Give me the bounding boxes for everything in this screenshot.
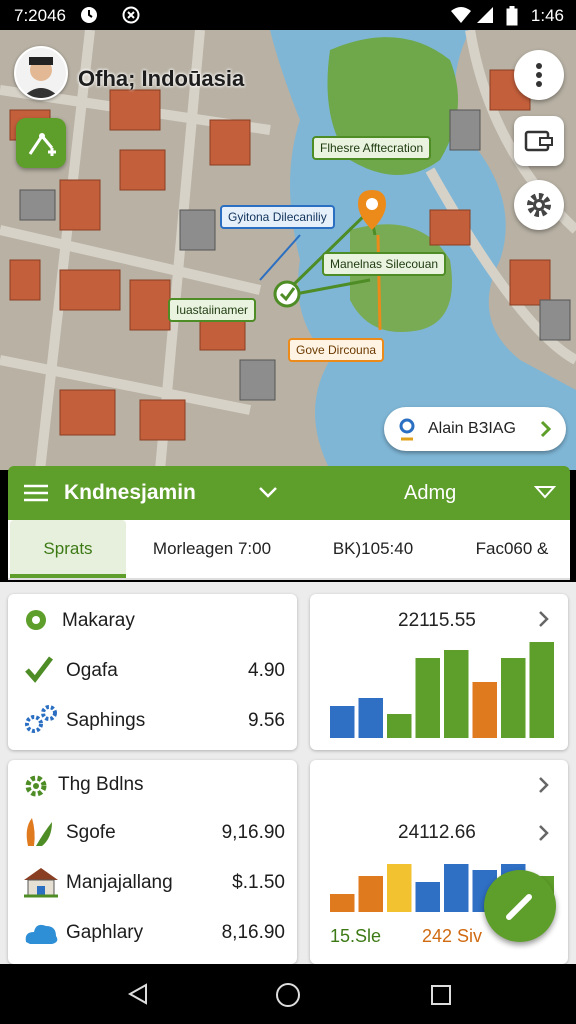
row-label: Ogafa xyxy=(66,660,118,681)
bar-chart xyxy=(330,642,554,738)
header-title: Kndnesjamin xyxy=(64,481,196,504)
house-icon xyxy=(24,868,58,898)
row-value: 8,16.90 xyxy=(221,922,285,943)
dropdown-triangle-icon[interactable] xyxy=(534,485,556,499)
callout-blue[interactable]: Gyitona Dilecaniliy xyxy=(220,205,335,229)
menu-icon[interactable] xyxy=(24,484,48,502)
tab-morleagen[interactable]: Morleagen 7:00 xyxy=(138,520,286,578)
card-title: Thg Bdlns xyxy=(58,774,144,795)
tab-bar: Sprats Morleagen 7:00 BK)105:40 Fac060 & xyxy=(8,520,570,580)
app-title: Ofha; Indoūasia xyxy=(78,66,245,91)
chart-bar xyxy=(472,682,497,738)
chevron-right-icon[interactable] xyxy=(538,610,550,628)
callout-mid-green[interactable]: Manelnas Silecouan xyxy=(322,252,447,276)
chart-legend-right: 242 Siv xyxy=(422,926,483,946)
header-right-title[interactable]: Admg xyxy=(404,482,456,505)
settings-button[interactable] xyxy=(514,180,564,230)
more-options-button[interactable] xyxy=(514,50,564,100)
location-pin-icon xyxy=(399,418,415,441)
row-value: 4.90 xyxy=(248,660,285,681)
edit-fab-button[interactable] xyxy=(484,870,556,942)
chart-bar xyxy=(358,698,383,738)
chart-bar xyxy=(415,882,440,912)
gear-icon xyxy=(25,775,47,797)
row-value: 9.56 xyxy=(248,710,285,731)
clock-icon xyxy=(80,6,98,29)
row-label: Gaphlary xyxy=(66,922,144,943)
settings-gear-icon xyxy=(527,193,551,217)
map-canvas xyxy=(0,30,576,470)
callout-left-green[interactable]: Iuastaiinamer xyxy=(168,298,257,322)
route-icon xyxy=(28,133,56,156)
recents-icon[interactable] xyxy=(430,984,452,1006)
row-value: 9,16.90 xyxy=(221,822,285,843)
edit-pencil-icon xyxy=(506,894,532,920)
chevron-down-icon[interactable] xyxy=(258,486,278,498)
notification-icon xyxy=(122,6,140,29)
tab-bk[interactable]: BK)105:40 xyxy=(308,520,438,578)
chart-bar xyxy=(501,658,526,738)
callout-top-green[interactable]: Flhesre Afftecration xyxy=(312,136,432,160)
route-button[interactable] xyxy=(16,118,66,168)
row-label: Sgofe xyxy=(66,822,116,843)
chevron-right-icon xyxy=(540,420,552,438)
signal-icon xyxy=(476,6,494,29)
tab-sprats[interactable]: Sprats xyxy=(10,520,126,578)
plant-icon xyxy=(26,818,52,846)
destination-pill[interactable]: Alain BЗIAG xyxy=(384,407,566,451)
chart-bar xyxy=(444,864,469,912)
tab-fac[interactable]: Fac060 & xyxy=(458,520,566,578)
card-chart-top[interactable]: 22115.55 xyxy=(310,594,568,750)
wifi-icon xyxy=(450,6,472,29)
chevron-right-icon[interactable] xyxy=(538,824,550,842)
callout-orange[interactable]: Gove Dircouna xyxy=(288,338,385,362)
chart-total: 22115.55 xyxy=(398,610,476,631)
status-time-right: 1:46 xyxy=(530,6,564,25)
checkmark-icon xyxy=(25,656,53,683)
chart-bar xyxy=(444,650,469,738)
chart-bar xyxy=(415,658,440,738)
wallet-button[interactable] xyxy=(514,116,564,166)
status-time-left: 7:2046 xyxy=(14,6,66,25)
chart-bar xyxy=(330,894,355,912)
cloud-icon xyxy=(25,924,58,944)
card-makaray[interactable]: Makaray Ogafa 4.90 Saphings 9.56 xyxy=(8,594,297,750)
chart-total: 24112.66 xyxy=(398,822,476,843)
back-icon[interactable] xyxy=(126,982,150,1006)
chevron-right-icon[interactable] xyxy=(538,776,550,794)
leaf-icon xyxy=(26,610,46,630)
row-value: $.1.50 xyxy=(232,872,285,893)
home-icon[interactable] xyxy=(275,982,301,1008)
chart-bar xyxy=(330,706,355,738)
more-vert-icon xyxy=(536,63,542,87)
avatar-portrait-icon xyxy=(16,48,66,98)
row-label: Manjajallang xyxy=(66,872,173,893)
chart-bar xyxy=(387,864,412,912)
row-label: Saphings xyxy=(66,710,146,731)
wallet-icon xyxy=(524,130,553,152)
battery-icon xyxy=(506,6,518,31)
card-title: Makaray xyxy=(62,610,135,631)
card-thg-bdlns[interactable]: Thg Bdlns Sgofe 9,16.90 Manjajallang $.1… xyxy=(8,760,297,964)
avatar[interactable] xyxy=(14,46,68,100)
chart-bar xyxy=(358,876,383,912)
gears-icon xyxy=(25,705,57,733)
chart-bar xyxy=(529,642,554,738)
chart-bar xyxy=(387,714,412,738)
map-view[interactable]: Ofha; Indoūasia Flhesre Afftecration Gyi… xyxy=(0,30,576,470)
chart-legend-left: 15.Sle xyxy=(330,926,382,946)
system-nav-bar xyxy=(0,964,576,1024)
section-header: Kndnesjamin Admg xyxy=(8,466,570,520)
destination-label: Alain BЗIAG xyxy=(428,420,516,437)
status-bar: 7:2046 1:46 xyxy=(0,0,576,30)
